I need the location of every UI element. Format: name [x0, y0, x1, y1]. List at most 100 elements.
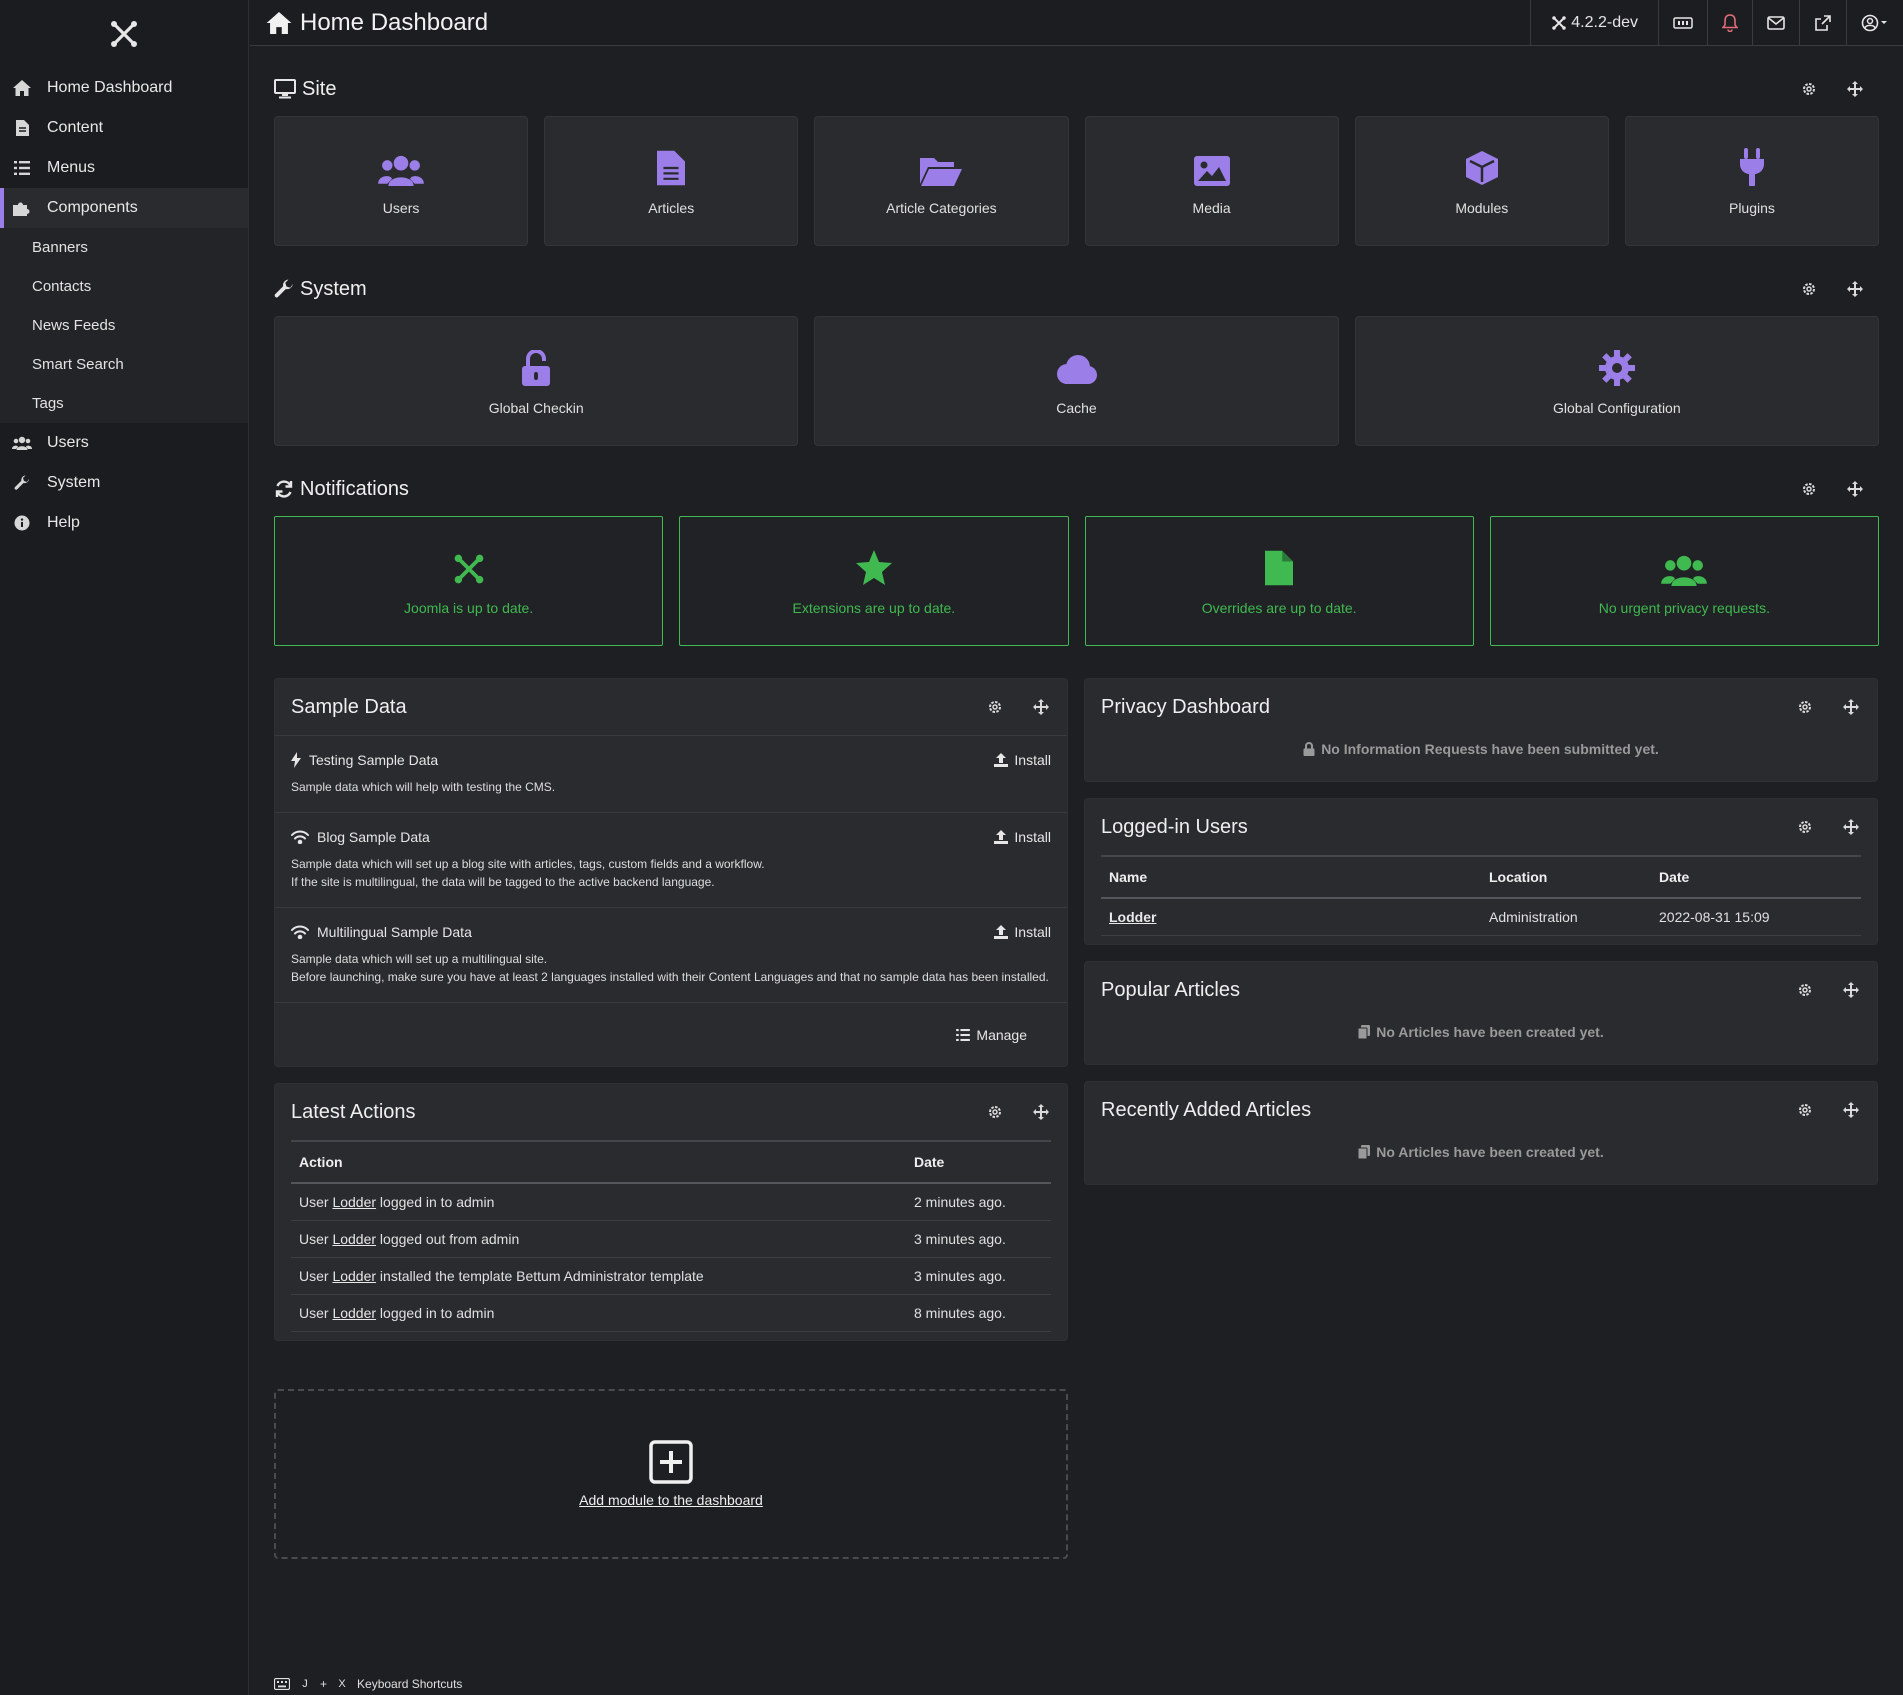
table-row: User Lodder logged in to admin 8 minutes… — [291, 1294, 1051, 1332]
latest-actions-table: Action Date User Lodder logged in to adm… — [291, 1140, 1051, 1332]
sidebar-item-users[interactable]: Users — [0, 423, 248, 463]
sidebar-item-content[interactable]: Content — [0, 108, 248, 148]
view-site-button[interactable] — [1799, 0, 1846, 46]
notif-privacy-requests[interactable]: No urgent privacy requests. — [1489, 516, 1879, 646]
move-icon[interactable] — [1031, 697, 1051, 717]
system-section: System Global Checkin Cache Global Confi… — [274, 268, 1879, 446]
card-title: Recently Added Articles — [1101, 1098, 1312, 1121]
notifications-button[interactable] — [1707, 0, 1752, 46]
sidebar-subitem-news-feeds[interactable]: News Feeds — [0, 306, 248, 345]
site-section-header: Site — [274, 68, 1879, 110]
sample-data-name: Multilingual Sample Data — [317, 924, 472, 940]
sidebar-item-help[interactable]: Help — [0, 503, 248, 543]
add-module-area[interactable]: Add module to the dashboard — [274, 1389, 1068, 1559]
components-submenu: Banners Contacts News Feeds Smart Search… — [0, 228, 248, 423]
empty-message-text: No Information Requests have been submit… — [1321, 741, 1659, 757]
empty-message-text: No Articles have been created yet. — [1376, 1144, 1604, 1160]
file-icon — [1265, 546, 1294, 586]
gear-icon[interactable] — [1799, 279, 1819, 299]
table-row: User Lodder logged in to admin 2 minutes… — [291, 1183, 1051, 1221]
manage-button[interactable]: Manage — [275, 1002, 1067, 1066]
sidebar-subitem-contacts[interactable]: Contacts — [0, 267, 248, 306]
column-header: Location — [1481, 855, 1651, 899]
tile-article-categories[interactable]: Article Categories — [814, 116, 1069, 246]
action-text: User — [299, 1268, 333, 1284]
tile-global-configuration[interactable]: Global Configuration — [1354, 316, 1879, 446]
move-icon[interactable] — [1841, 980, 1861, 1000]
empty-message: No Articles have been created yet. — [1085, 1018, 1877, 1064]
tile-articles[interactable]: Articles — [544, 116, 799, 246]
sidebar-subitem-banners[interactable]: Banners — [0, 228, 248, 267]
user-menu-button[interactable] — [1846, 0, 1903, 46]
tile-plugins[interactable]: Plugins — [1624, 116, 1880, 246]
module-columns: Sample Data Testing Sample Data Install … — [274, 678, 1879, 1559]
notif-overrides[interactable]: Overrides are up to date. — [1084, 516, 1474, 646]
tile-cache[interactable]: Cache — [814, 316, 1339, 446]
sidebar-item-label: Home Dashboard — [47, 79, 173, 96]
user-link[interactable]: Lodder — [332, 1305, 376, 1321]
sidebar-item-system[interactable]: System — [0, 463, 248, 503]
gear-icon[interactable] — [1795, 817, 1815, 837]
bolt-icon — [291, 752, 301, 768]
move-icon[interactable] — [1845, 279, 1865, 299]
cloud-icon — [1053, 346, 1099, 386]
move-icon[interactable] — [1031, 1102, 1051, 1122]
move-icon[interactable] — [1841, 697, 1861, 717]
tile-media[interactable]: Media — [1084, 116, 1339, 246]
gear-icon[interactable] — [1799, 79, 1819, 99]
sidebar-item-home-dashboard[interactable]: Home Dashboard — [0, 68, 248, 108]
system-section-header: System — [274, 268, 1879, 310]
tile-global-checkin[interactable]: Global Checkin — [274, 316, 799, 446]
copy-icon — [1358, 1145, 1371, 1159]
logged-in-users-card: Logged-in Users Name Location Date Lodde… — [1084, 798, 1878, 945]
install-label: Install — [1014, 924, 1051, 940]
bell-icon — [1722, 13, 1738, 32]
joomla-logo[interactable] — [0, 0, 248, 68]
sidebar-item-label: System — [47, 474, 101, 491]
install-button[interactable]: Install — [994, 924, 1051, 940]
empty-message-text: No Articles have been created yet. — [1376, 1024, 1604, 1040]
user-link[interactable]: Lodder — [332, 1231, 376, 1247]
card-title: Logged-in Users — [1101, 815, 1248, 838]
accessibility-button[interactable] — [1658, 0, 1707, 46]
user-link[interactable]: Lodder — [1109, 909, 1156, 925]
sidebar-subitem-tags[interactable]: Tags — [0, 384, 248, 423]
move-icon[interactable] — [1841, 817, 1861, 837]
add-module-link[interactable]: Add module to the dashboard — [579, 1492, 763, 1508]
user-link[interactable]: Lodder — [332, 1194, 376, 1210]
keyboard-shortcuts[interactable]: J + X Keyboard Shortcuts — [274, 1676, 462, 1692]
gear-icon[interactable] — [1795, 980, 1815, 1000]
sidebar-item-menus[interactable]: Menus — [0, 148, 248, 188]
move-icon[interactable] — [1845, 479, 1865, 499]
gear-icon[interactable] — [1795, 1100, 1815, 1120]
upload-icon — [994, 830, 1009, 844]
tile-users[interactable]: Users — [274, 116, 529, 246]
notif-label: Overrides are up to date. — [1201, 600, 1357, 616]
move-icon[interactable] — [1841, 1100, 1861, 1120]
install-label: Install — [1014, 829, 1051, 845]
sidebar-subitem-smart-search[interactable]: Smart Search — [0, 345, 248, 384]
sample-data-item: Blog Sample Data Install Sample data whi… — [275, 812, 1067, 907]
messages-button[interactable] — [1752, 0, 1799, 46]
left-column: Sample Data Testing Sample Data Install … — [274, 678, 1068, 1559]
move-icon[interactable] — [1845, 79, 1865, 99]
folder-open-icon — [920, 146, 963, 186]
install-button[interactable]: Install — [994, 752, 1051, 768]
action-date: 3 minutes ago. — [906, 1220, 1051, 1258]
install-button[interactable]: Install — [994, 829, 1051, 845]
sidebar-item-components[interactable]: Components — [0, 188, 248, 228]
notif-extensions-update[interactable]: Extensions are up to date. — [679, 516, 1069, 646]
tile-label: Cache — [1056, 400, 1097, 416]
gear-icon[interactable] — [1795, 697, 1815, 717]
gear-icon[interactable] — [1799, 479, 1819, 499]
gear-icon[interactable] — [985, 1102, 1005, 1122]
tile-modules[interactable]: Modules — [1354, 116, 1609, 246]
user-link[interactable]: Lodder — [332, 1268, 376, 1284]
version-button[interactable]: 4.2.2-dev — [1530, 0, 1658, 46]
wifi-icon — [291, 830, 309, 844]
action-text: User — [299, 1305, 333, 1321]
notif-joomla-update[interactable]: Joomla is up to date. — [274, 516, 664, 646]
action-text: User — [299, 1231, 333, 1247]
wrench-icon — [274, 279, 294, 299]
gear-icon[interactable] — [985, 697, 1005, 717]
